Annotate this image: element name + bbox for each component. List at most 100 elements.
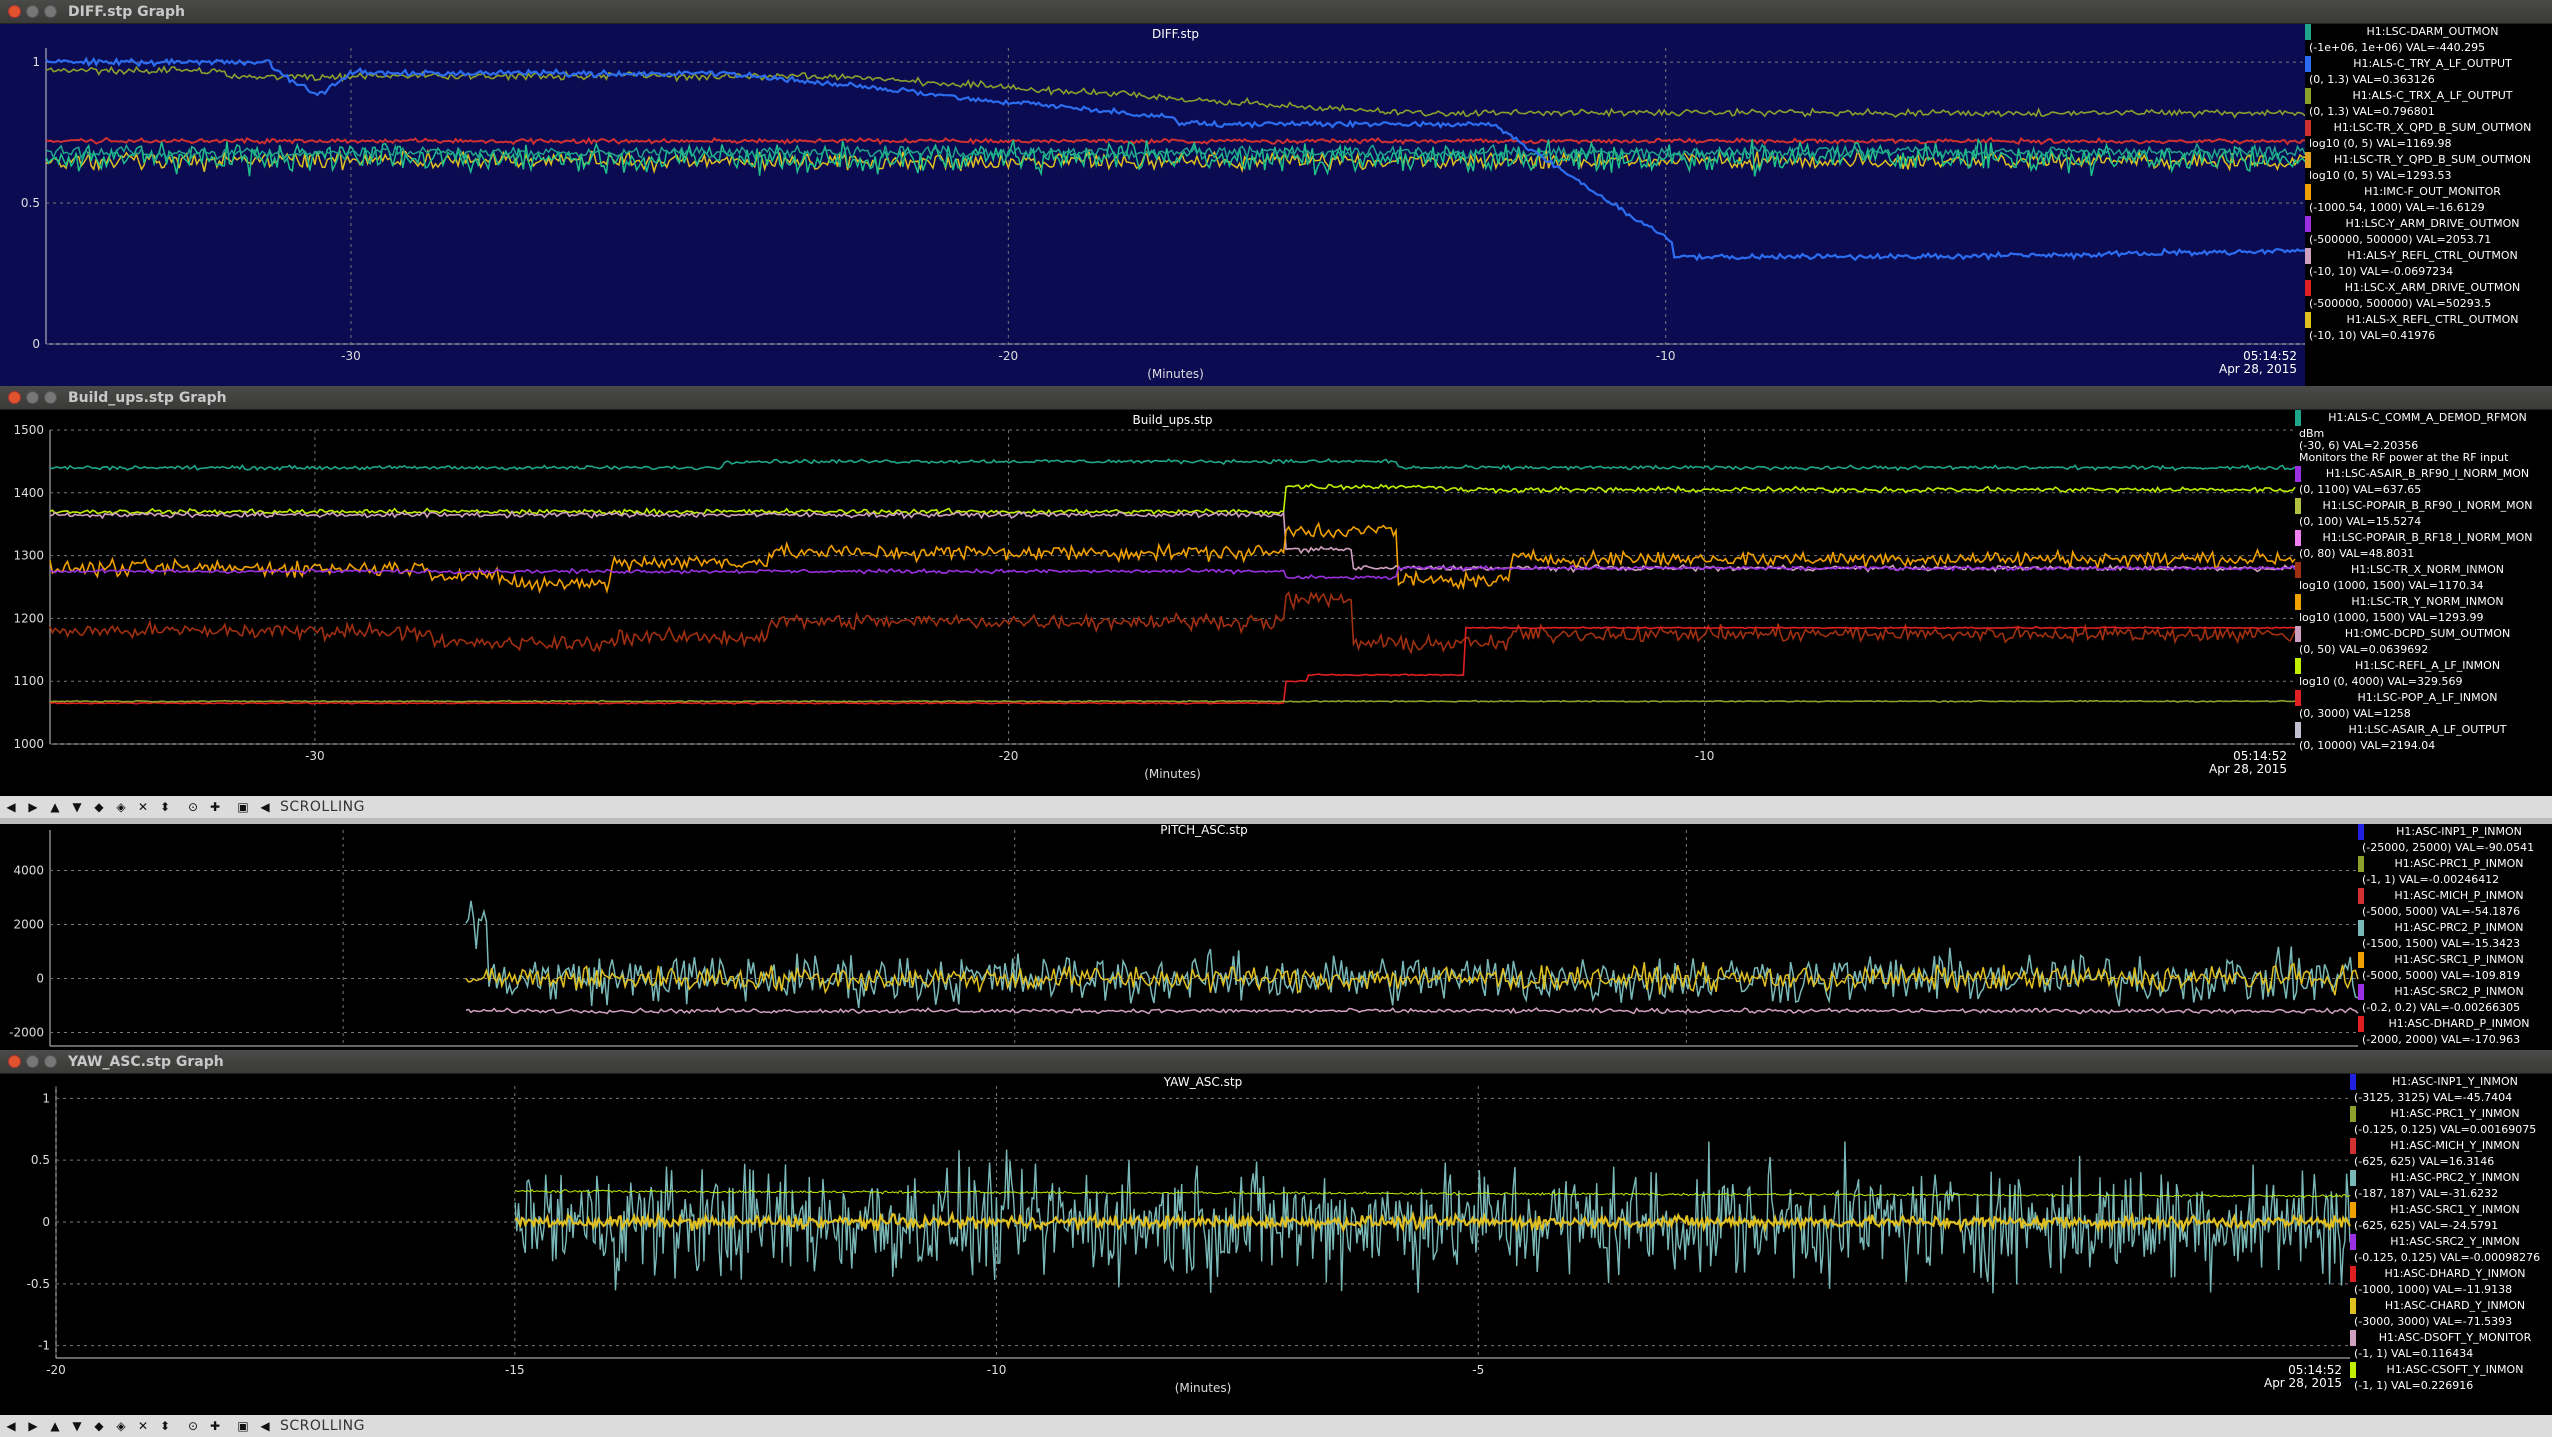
- legend-entry[interactable]: H1:IMC-F_OUT_MONITOR (-1000.54, 1000) VAL…: [2305, 184, 2550, 216]
- legend-channel-name: H1:ASC-CSOFT_Y_INMON: [2350, 1362, 2550, 1378]
- scroll-up-icon[interactable]: ▲: [44, 796, 66, 818]
- legend-entry[interactable]: H1:ALS-C_TRY_A_LF_OUTPUT (0, 1.3) VAL=0.3…: [2305, 56, 2550, 88]
- legend-channel-name: H1:LSC-REFL_A_LF_INMON: [2295, 658, 2550, 674]
- reset-icon[interactable]: ⊙: [182, 1415, 204, 1437]
- legend-entry[interactable]: H1:LSC-ASAIR_B_RF90_I_NORM_MON (0, 1100) …: [2295, 466, 2550, 498]
- minimize-window-icon[interactable]: [26, 1055, 39, 1068]
- rewind-icon[interactable]: ◀: [254, 1415, 276, 1437]
- legend-range: (-1, 1) VAL=-0.00246412: [2362, 873, 2500, 886]
- legend-entry[interactable]: H1:OMC-DCPD_SUM_OUTMON (0, 50) VAL=0.0639…: [2295, 626, 2550, 658]
- plot-panel-buildups[interactable]: 1500 1400 1300 1200 1100 1000 -30 -20 -10 Build_u…: [0, 410, 2552, 796]
- timestamp-time: 05:14:52: [2243, 349, 2297, 363]
- legend-entry[interactable]: H1:LSC-TR_Y_QPD_B_SUM_OUTMON log10 (0, 5)…: [2305, 152, 2550, 184]
- maximize-window-icon[interactable]: [44, 5, 57, 18]
- legend-channel-name: H1:LSC-TR_X_NORM_INMON: [2295, 562, 2550, 578]
- add-icon[interactable]: ✚: [204, 1415, 226, 1437]
- x-tick-label: -10: [1656, 349, 1676, 363]
- legend-entry[interactable]: H1:ASC-PRC2_P_INMON (-1500, 1500) VAL=-15…: [2358, 920, 2550, 952]
- x-tick-label: -30: [305, 749, 325, 763]
- zoom-y-icon[interactable]: ◈: [110, 796, 132, 818]
- plot-panel-yaw[interactable]: 1 0.5 0 -0.5 -1 -20 -15 -10 -5 YAW_ASC.stp 05:14:5…: [0, 1074, 2552, 1415]
- legend-range: (-1000, 1000) VAL=-11.9138: [2354, 1283, 2513, 1296]
- legend-entry[interactable]: H1:ASC-MICH_Y_INMON (-625, 625) VAL=16.31…: [2350, 1138, 2550, 1170]
- window-titlebar-yaw[interactable]: YAW_ASC.stp Graph: [0, 1050, 2552, 1074]
- zoom-x-icon[interactable]: ◆: [88, 796, 110, 818]
- reset-icon[interactable]: ⊙: [182, 796, 204, 818]
- legend-entry[interactable]: H1:LSC-POP_A_LF_INMON (0, 3000) VAL=1258: [2295, 690, 2550, 722]
- plot-panel-diff[interactable]: 1 0.5 0 -30 -20 -10 DIFF.stp 05:14:52 Apr 28, 20…: [0, 24, 2552, 386]
- legend-entry[interactable]: H1:LSC-Y_ARM_DRIVE_OUTMON (-500000, 50000…: [2305, 216, 2550, 248]
- legend-entry[interactable]: H1:LSC-DARM_OUTMON (-1e+06, 1e+06) VAL=-4…: [2305, 24, 2550, 56]
- legend-range: (-2000, 2000) VAL=-170.963: [2362, 1033, 2521, 1046]
- legend-entry[interactable]: H1:ALS-Y_REFL_CTRL_OUTMON (-10, 10) VAL=-…: [2305, 248, 2550, 280]
- y-tick-label: -1: [38, 1339, 50, 1353]
- scroll-down-icon[interactable]: ▼: [66, 1415, 88, 1437]
- scroll-right-icon[interactable]: ▶: [22, 796, 44, 818]
- legend-entry[interactable]: H1:ASC-INP1_P_INMON (-25000, 25000) VAL=-…: [2358, 824, 2550, 856]
- legend-channel-name: H1:LSC-POP_A_LF_INMON: [2295, 690, 2550, 706]
- legend-entry[interactable]: H1:ASC-PRC2_Y_INMON (-187, 187) VAL=-31.6…: [2350, 1170, 2550, 1202]
- legend-channel-name: H1:LSC-POPAIR_B_RF18_I_NORM_MON: [2295, 530, 2550, 546]
- legend-entry[interactable]: H1:ASC-DSOFT_Y_MONITOR (-1, 1) VAL=0.1164…: [2350, 1330, 2550, 1362]
- legend-entry[interactable]: H1:LSC-TR_X_NORM_INMON log10 (1000, 1500)…: [2295, 562, 2550, 594]
- y-tick-label: -2000: [9, 1026, 44, 1040]
- legend-entry[interactable]: H1:LSC-REFL_A_LF_INMON log10 (0, 4000) VA…: [2295, 658, 2550, 690]
- legend-entry[interactable]: H1:ASC-DHARD_P_INMON (-2000, 2000) VAL=-1…: [2358, 1016, 2550, 1048]
- legend-entry[interactable]: H1:LSC-POPAIR_B_RF90_I_NORM_MON (0, 100) …: [2295, 498, 2550, 530]
- legend-entry[interactable]: H1:ASC-CHARD_Y_INMON (-3000, 3000) VAL=-7…: [2350, 1298, 2550, 1330]
- window-titlebar-diff[interactable]: DIFF.stp Graph: [0, 0, 2552, 24]
- legend-entry[interactable]: H1:LSC-TR_X_QPD_B_SUM_OUTMON log10 (0, 5)…: [2305, 120, 2550, 152]
- scroll-mode-label: SCROLLING: [280, 1418, 365, 1434]
- minimize-window-icon[interactable]: [26, 391, 39, 404]
- legend-entry[interactable]: H1:ASC-MICH_P_INMON (-5000, 5000) VAL=-54…: [2358, 888, 2550, 920]
- zoom-y-icon[interactable]: ◈: [110, 1415, 132, 1437]
- rewind-icon[interactable]: ◀: [254, 796, 276, 818]
- close-window-icon[interactable]: [8, 5, 21, 18]
- legend-entry[interactable]: H1:ASC-PRC1_Y_INMON (-0.125, 0.125) VAL=0…: [2350, 1106, 2550, 1138]
- legend-entry[interactable]: H1:ALS-X_REFL_CTRL_OUTMON (-10, 10) VAL=0…: [2305, 312, 2550, 344]
- x-axis-label: (Minutes): [1147, 367, 1204, 381]
- scroll-left-icon[interactable]: ◀: [0, 796, 22, 818]
- legend-entry[interactable]: H1:ASC-CSOFT_Y_INMON (-1, 1) VAL=0.226916: [2350, 1362, 2550, 1394]
- scroll-right-icon[interactable]: ▶: [22, 1415, 44, 1437]
- legend-entry[interactable]: H1:LSC-ASAIR_A_LF_OUTPUT (0, 10000) VAL=2…: [2295, 722, 2550, 754]
- maximize-window-icon[interactable]: [44, 1055, 57, 1068]
- legend-entry[interactable]: H1:ALS-C_COMM_A_DEMOD_RFMON dBm (-30, 6) V…: [2295, 410, 2550, 466]
- zoom-out-icon[interactable]: ⬍: [154, 796, 176, 818]
- legend-range: (-1000.54, 1000) VAL=-16.6129: [2309, 201, 2485, 214]
- legend-entry[interactable]: H1:ASC-SRC1_P_INMON (-5000, 5000) VAL=-10…: [2358, 952, 2550, 984]
- zoom-in-icon[interactable]: ✕: [132, 796, 154, 818]
- legend-channel-name: H1:ASC-CHARD_Y_INMON: [2350, 1298, 2550, 1314]
- legend-entry[interactable]: H1:ASC-INP1_Y_INMON (-3125, 3125) VAL=-45…: [2350, 1074, 2550, 1106]
- close-window-icon[interactable]: [8, 391, 21, 404]
- add-icon[interactable]: ✚: [204, 796, 226, 818]
- y-tick-label: 0: [32, 337, 40, 351]
- close-window-icon[interactable]: [8, 1055, 21, 1068]
- zoom-x-icon[interactable]: ◆: [88, 1415, 110, 1437]
- legend-entry[interactable]: H1:LSC-TR_Y_NORM_INMON log10 (1000, 1500)…: [2295, 594, 2550, 626]
- window-titlebar-buildups[interactable]: Build_ups.stp Graph: [0, 386, 2552, 410]
- minimize-window-icon[interactable]: [26, 5, 39, 18]
- legend-entry[interactable]: H1:ALS-C_TRX_A_LF_OUTPUT (0, 1.3) VAL=0.7…: [2305, 88, 2550, 120]
- legend-entry[interactable]: H1:ASC-DHARD_Y_INMON (-1000, 1000) VAL=-1…: [2350, 1266, 2550, 1298]
- zoom-out-icon[interactable]: ⬍: [154, 1415, 176, 1437]
- legend-entry[interactable]: H1:ASC-SRC2_P_INMON (-0.2, 0.2) VAL=-0.00…: [2358, 984, 2550, 1016]
- fit-icon[interactable]: ▣: [232, 796, 254, 818]
- y-tick-label: 0: [42, 1215, 50, 1229]
- legend-entry[interactable]: H1:LSC-POPAIR_B_RF18_I_NORM_MON (0, 80) V…: [2295, 530, 2550, 562]
- zoom-in-icon[interactable]: ✕: [132, 1415, 154, 1437]
- legend-entry[interactable]: H1:LSC-X_ARM_DRIVE_OUTMON (-500000, 50000…: [2305, 280, 2550, 312]
- legend-channel-name: H1:LSC-ASAIR_A_LF_OUTPUT: [2295, 722, 2550, 738]
- legend-range: (0, 1.3) VAL=0.363126: [2309, 73, 2435, 86]
- legend-entry[interactable]: H1:ASC-SRC1_Y_INMON (-625, 625) VAL=-24.5…: [2350, 1202, 2550, 1234]
- maximize-window-icon[interactable]: [44, 391, 57, 404]
- y-tick-label: 0.5: [21, 196, 40, 210]
- scroll-left-icon[interactable]: ◀: [0, 1415, 22, 1437]
- legend-entry[interactable]: H1:ASC-PRC1_P_INMON (-1, 1) VAL=-0.002464…: [2358, 856, 2550, 888]
- scroll-down-icon[interactable]: ▼: [66, 796, 88, 818]
- fit-icon[interactable]: ▣: [232, 1415, 254, 1437]
- legend-entry[interactable]: H1:ASC-SRC2_Y_INMON (-0.125, 0.125) VAL=-…: [2350, 1234, 2550, 1266]
- plot-panel-pitch[interactable]: 4000 2000 0 -2000 PITCH_ASC.stp H1:ASC-INP1_P…: [0, 818, 2552, 1050]
- scroll-up-icon[interactable]: ▲: [44, 1415, 66, 1437]
- legend-channel-name: H1:ASC-INP1_P_INMON: [2358, 824, 2550, 840]
